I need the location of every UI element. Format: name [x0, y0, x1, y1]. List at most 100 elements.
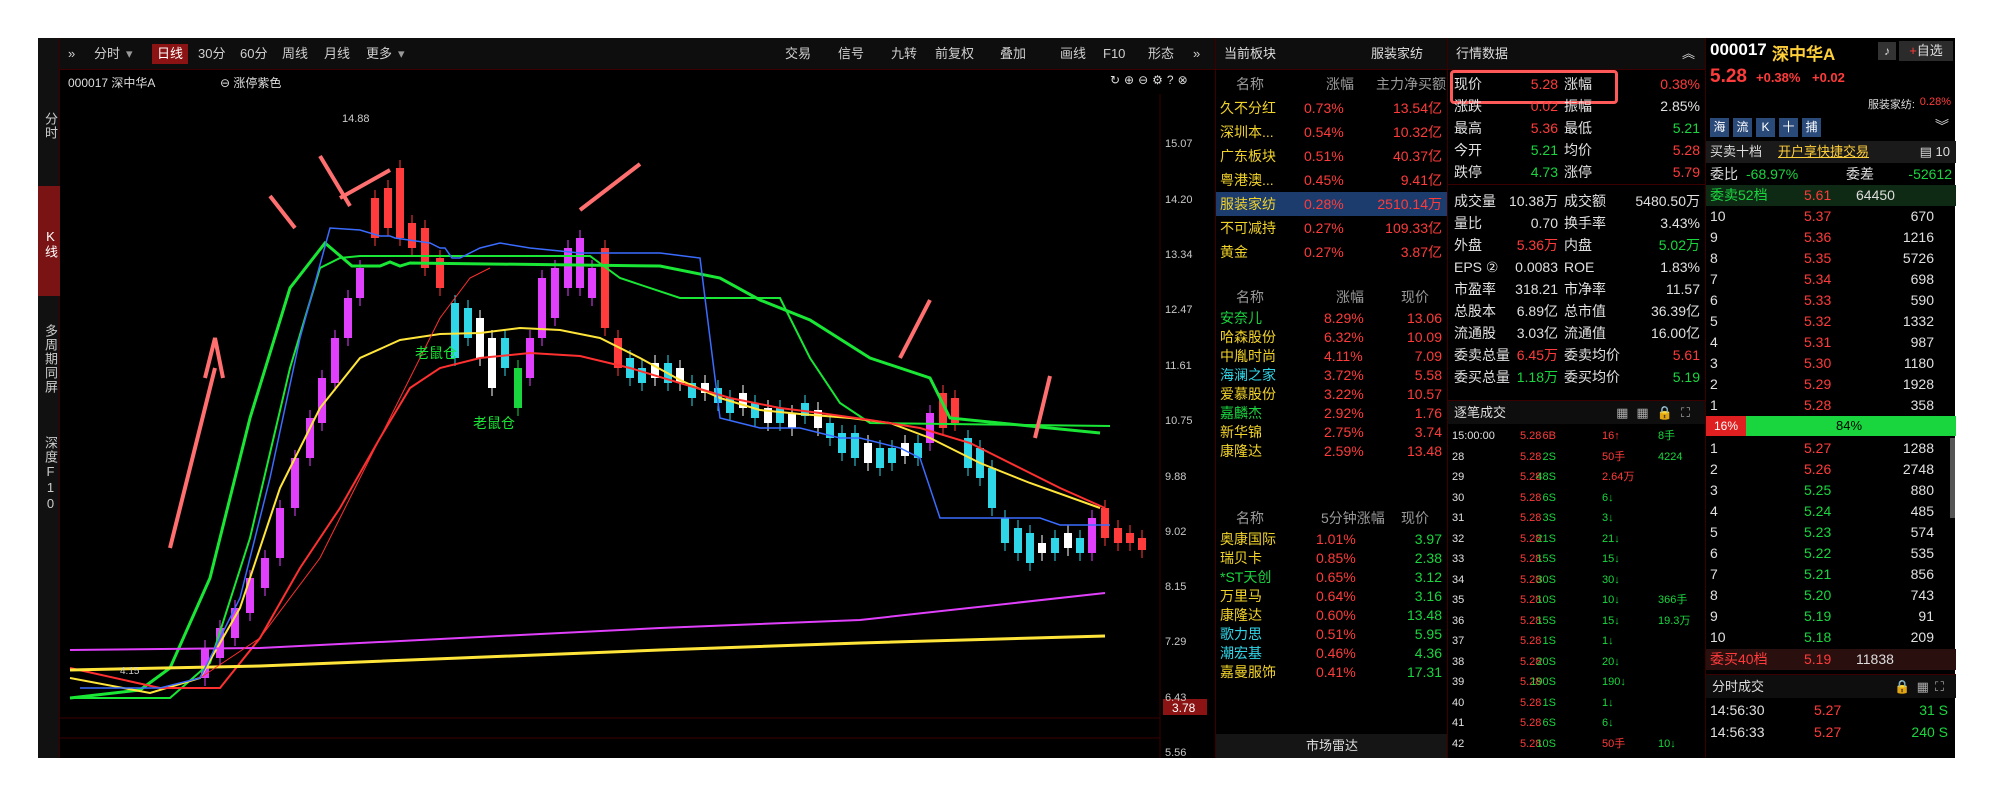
add-watchlist-button[interactable]: +自选 — [1899, 41, 1953, 61]
nav-f10[interactable]: 深度F10 — [38, 416, 60, 526]
fivemin-row[interactable]: 歌力思 0.51% 5.95 — [1216, 625, 1448, 644]
tag-button[interactable]: 海 — [1710, 118, 1729, 137]
quote-row: 成交量 10.38万 成交额 5480.50万 — [1448, 190, 1706, 212]
stock-name-cell: 中胤时尚 — [1220, 348, 1276, 364]
quote-row: 流通股 3.03亿 流通值 16.00亿 — [1448, 322, 1706, 344]
quote-value: 318.21 — [1515, 281, 1558, 297]
tag-button[interactable]: 流 — [1733, 118, 1752, 137]
fivemin-price-cell: 17.31 — [1406, 664, 1442, 680]
fivemin-row[interactable]: *ST天创 0.65% 3.12 — [1216, 568, 1448, 587]
sell-level-row[interactable]: 5 5.32 1332 — [1706, 311, 1956, 332]
collapse-up-icon[interactable]: ︽ — [1682, 38, 1695, 70]
chevron-down-icon[interactable]: ︾ — [1935, 116, 1949, 136]
buy-level-row[interactable]: 6 5.22 535 — [1706, 543, 1956, 564]
stock-row[interactable]: 嘉麟杰 2.92% 1.76 — [1216, 404, 1448, 423]
sector-row[interactable]: 久不分红 0.73% 13.54亿 — [1216, 96, 1448, 120]
sell-level-row[interactable]: 9 5.36 1216 — [1706, 227, 1956, 248]
col-name: 名称 — [1236, 289, 1264, 305]
buy-level-row[interactable]: 1 5.27 1288 — [1706, 438, 1956, 459]
stock-chg-cell: 2.92% — [1324, 405, 1364, 421]
quote-value: 5.19 — [1672, 369, 1700, 385]
fivemin-row[interactable]: 康隆达 0.60% 13.48 — [1216, 606, 1448, 625]
buy-level-row[interactable]: 5 5.23 574 — [1706, 522, 1956, 543]
tag-button[interactable]: K — [1756, 118, 1775, 137]
level-vol: 856 — [1910, 566, 1934, 582]
sector-row[interactable]: 粤港澳... 0.45% 9.41亿 — [1216, 168, 1448, 192]
sell-level-row[interactable]: 7 5.34 698 — [1706, 269, 1956, 290]
buy-level-row[interactable]: 2 5.26 2748 — [1706, 459, 1956, 480]
buy-level-row[interactable]: 3 5.25 880 — [1706, 480, 1956, 501]
quote-label: 内盘 — [1564, 237, 1592, 253]
sector-row[interactable]: 服装家纺 0.28% 2510.14万 — [1216, 192, 1448, 216]
kline-chart[interactable]: 14.88 4.15 老鼠仓 老鼠仓 3.78 — [60, 38, 1215, 758]
ticks-controls[interactable]: ▦▦🔒⛶ — [1616, 401, 1698, 425]
sell-level-row[interactable]: 2 5.29 1928 — [1706, 374, 1956, 395]
quote-label: 市净率 — [1564, 281, 1606, 297]
sector-row[interactable]: 深圳本... 0.54% 10.32亿 — [1216, 120, 1448, 144]
fivemin-row[interactable]: 万里马 0.64% 3.16 — [1216, 587, 1448, 606]
open-account-link[interactable]: 开户享快捷交易 — [1778, 141, 1869, 163]
ten-level-icon[interactable]: ▤ 10 — [1920, 141, 1950, 163]
sector-name[interactable]: 服装家纺 — [1371, 38, 1423, 70]
quote-row: 量比 0.70 换手率 3.43% — [1448, 212, 1706, 234]
fivemin-row[interactable]: 瑞贝卡 0.85% 2.38 — [1216, 549, 1448, 568]
stock-row[interactable]: 海澜之家 3.72% 5.58 — [1216, 366, 1448, 385]
sell-level-row[interactable]: 1 5.28 358 — [1706, 395, 1956, 416]
tick-row: 39 5.28 190S 190↓ — [1448, 672, 1706, 692]
quote-value: 6.45万 — [1516, 347, 1558, 363]
sell-total-row: 委卖52档 5.61 64450 — [1706, 185, 1956, 206]
sell-level-row[interactable]: 3 5.30 1180 — [1706, 353, 1956, 374]
level-vol: 987 — [1910, 334, 1934, 350]
quote-row: 最高 5.36 最低 5.21 — [1448, 117, 1706, 139]
market-radar-tab[interactable]: 市场雷达 — [1216, 734, 1448, 758]
chart-code-name: 000017 深中华A — [68, 76, 156, 90]
stock-row[interactable]: 爱慕股份 3.22% 10.57 — [1216, 385, 1448, 404]
stock-row[interactable]: 哈森股份 6.32% 10.09 — [1216, 328, 1448, 347]
level-index: 6 — [1710, 545, 1718, 561]
buy-level-row[interactable]: 8 5.20 743 — [1706, 585, 1956, 606]
fivemin-row[interactable]: 奥康国际 1.01% 3.97 — [1216, 530, 1448, 549]
nav-kline[interactable]: K线 — [38, 186, 60, 296]
stock-row[interactable]: 康隆达 2.59% 13.48 — [1216, 442, 1448, 461]
sector-row[interactable]: 黄金 0.27% 3.87亿 — [1216, 240, 1448, 264]
quote-value: 5.28 — [1672, 142, 1700, 158]
col-price: 现价 — [1401, 510, 1429, 526]
buy-level-row[interactable]: 10 5.18 209 — [1706, 627, 1956, 648]
tag-button[interactable]: 捕 — [1802, 118, 1821, 137]
time-trade-controls[interactable]: 🔒▦⛶ — [1894, 675, 1950, 699]
sell-level-row[interactable]: 6 5.33 590 — [1706, 290, 1956, 311]
buy-level-row[interactable]: 9 5.19 91 — [1706, 606, 1956, 627]
fivemin-row[interactable]: 嘉曼服饰 0.41% 17.31 — [1216, 663, 1448, 682]
stock-row[interactable]: 新华锦 2.75% 3.74 — [1216, 423, 1448, 442]
sector-net-cell: 13.54亿 — [1392, 100, 1442, 116]
buy-level-row[interactable]: 4 5.24 485 — [1706, 501, 1956, 522]
nav-fenshi[interactable]: 分时 — [38, 78, 60, 168]
tick-row: 31 5.28 3S 3↓ — [1448, 508, 1706, 528]
bell-icon[interactable]: ♪ — [1878, 42, 1896, 60]
fivemin-row[interactable]: 潮宏基 0.46% 4.36 — [1216, 644, 1448, 663]
nav-multi-period[interactable]: 多周期同屏 — [38, 296, 60, 416]
sector-name-cell: 黄金 — [1220, 244, 1248, 260]
tick-orders: 10↓ — [1602, 594, 1620, 606]
sector-row[interactable]: 广东板块 0.51% 40.37亿 — [1216, 144, 1448, 168]
sell-level-row[interactable]: 10 5.37 670 — [1706, 206, 1956, 227]
tag-button[interactable]: 十 — [1779, 118, 1798, 137]
fivemin-name-cell: 瑞贝卡 — [1220, 550, 1262, 566]
sell-level-row[interactable]: 4 5.31 987 — [1706, 332, 1956, 353]
tick-row: 40 5.28 1S 1↓ — [1448, 693, 1706, 713]
limit-up-color-setting[interactable]: ⊖ 涨停紫色 — [220, 74, 281, 91]
chart-controls[interactable]: ↻⊕⊖⚙?⊗ — [1110, 73, 1192, 87]
sector-row[interactable]: 不可减持 0.27% 109.33亿 — [1216, 216, 1448, 240]
buy-level-row[interactable]: 7 5.21 856 — [1706, 564, 1956, 585]
tick-time: 40 — [1452, 696, 1465, 709]
tick-time: 36 — [1452, 614, 1465, 627]
buy-total-price: 5.19 — [1804, 651, 1832, 667]
quote-label: 成交额 — [1564, 193, 1606, 209]
level-vol: 880 — [1910, 482, 1934, 498]
quote-value: 5.21 — [1672, 120, 1700, 136]
stock-row[interactable]: 中胤时尚 4.11% 7.09 — [1216, 347, 1448, 366]
buy-total-vol: 11838 — [1856, 651, 1894, 667]
stock-row[interactable]: 安奈儿 8.29% 13.06 — [1216, 309, 1448, 328]
level-vol: 1332 — [1902, 313, 1934, 329]
sell-level-row[interactable]: 8 5.35 5726 — [1706, 248, 1956, 269]
